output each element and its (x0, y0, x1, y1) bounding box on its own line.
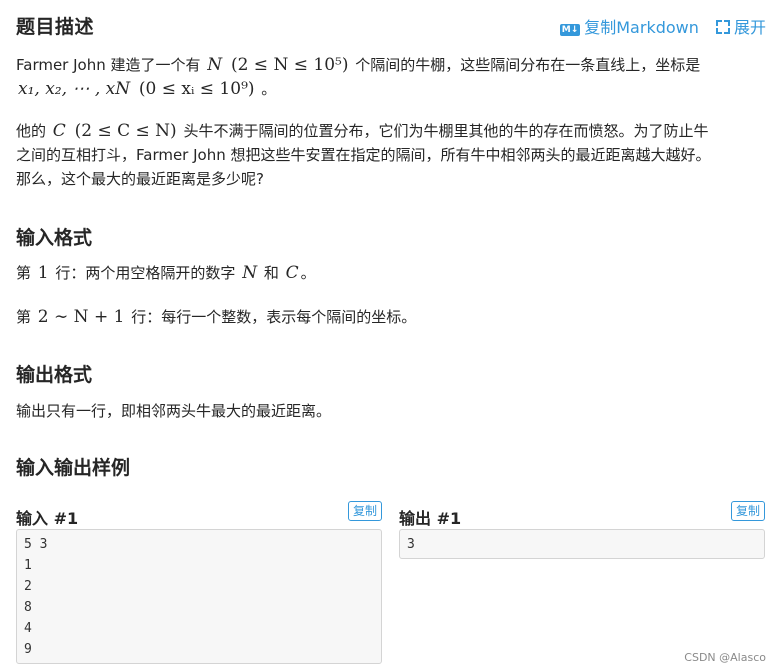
sample-input-label: 输入 #1 (16, 509, 79, 528)
p2-text-a: 他的 (16, 122, 47, 140)
header-actions: M↓ 复制Markdown 展开 (559, 14, 766, 38)
p2-math-range: (2 ≤ C ≤ N) (74, 121, 177, 141)
problem-page: 题目描述 M↓ 复制Markdown 展开 Farmer John 建造了一个有 … (16, 0, 766, 672)
sample-input-column: 输入 #1 复制 5 312849 (16, 499, 382, 664)
copy-markdown-button[interactable]: M↓ 复制Markdown (559, 14, 699, 38)
copy-input-button[interactable]: 复制 (347, 501, 382, 521)
if-line1-c: C (285, 263, 299, 283)
sample-output-label: 输出 #1 (399, 509, 462, 528)
sample-input-box[interactable]: 5 312849 (16, 529, 382, 664)
input-line: 5 3 (24, 537, 48, 552)
p1-math-coords: x₁, x₂, ⋯ , xN (18, 79, 131, 99)
output-format-title: 输出格式 (16, 364, 93, 386)
expand-button[interactable]: 展开 (704, 14, 766, 38)
sample-output-box[interactable]: 3 (399, 529, 765, 559)
p2-text-b: 头牛不满于隔间的位置分布，它们为牛棚里其他的牛的存在而愤怒。为了防止牛 (183, 122, 709, 140)
expand-icon (715, 20, 730, 34)
description-paragraph-1: Farmer John 建造了一个有 N (2 ≤ N ≤ 10⁵) 个隔间的牛… (16, 53, 766, 101)
input-format-line-2: 第 2 ∼ N + 1 行：每行一个整数，表示每个隔间的坐标。 (16, 305, 766, 329)
sample-output-column: 输出 #1 复制 3 (399, 499, 765, 559)
input-format-title: 输入格式 (16, 227, 93, 249)
if-line2-range: 2 ∼ N + 1 (37, 307, 125, 327)
copy-output-button[interactable]: 复制 (730, 501, 765, 521)
if-line2-a: 第 (16, 308, 32, 326)
samples-title: 输入输出样例 (16, 457, 131, 479)
output-line: 3 (407, 537, 415, 552)
input-line: 2 (24, 579, 32, 594)
description-paragraph-2: 他的 C (2 ≤ C ≤ N) 头牛不满于隔间的位置分布，它们为牛棚里其他的牛… (16, 119, 766, 191)
p1-math-coord-range: (0 ≤ xᵢ ≤ 10⁹) (138, 79, 255, 99)
p1-text-a: Farmer John 建造了一个有 (16, 56, 201, 74)
p2-line-3: 那么，这个最大的最近距离是多少呢? (16, 170, 264, 188)
copy-markdown-label: 复制Markdown (584, 18, 699, 37)
expand-label: 展开 (733, 18, 766, 37)
p1-text-b: 个隔间的牛棚，这些隔间分布在一条直线上，坐标是 (355, 56, 701, 74)
p2-math-c: C (52, 121, 66, 141)
input-line: 8 (24, 600, 32, 615)
if-line1-num: 1 (37, 263, 49, 283)
description-title: 题目描述 (16, 16, 95, 38)
problem-header: 题目描述 M↓ 复制Markdown 展开 (16, 10, 766, 42)
if-line1-and: 和 (263, 264, 279, 282)
markdown-icon: M↓ (559, 24, 581, 36)
input-line: 4 (24, 621, 32, 636)
input-line: 1 (24, 558, 32, 573)
sample-output-header: 输出 #1 复制 (399, 499, 765, 529)
input-format-line-1: 第 1 行：两个用空格隔开的数字 N 和 C。 (16, 261, 766, 285)
p2-line-2: 之间的互相打斗，Farmer John 想把这些牛安置在指定的隔间，所有牛中相邻… (16, 146, 711, 164)
p1-text-end: 。 (261, 80, 277, 98)
p1-math-n: N (207, 55, 223, 75)
input-line: 9 (24, 642, 32, 657)
output-format-text: 输出只有一行，即相邻两头牛最大的最近距离。 (16, 402, 332, 420)
watermark: CSDN @Alasco (684, 651, 766, 664)
p1-math-range: (2 ≤ N ≤ 10⁵) (230, 55, 349, 75)
if-line1-end: 。 (300, 264, 316, 282)
if-line1-b: 行：两个用空格隔开的数字 (55, 264, 236, 282)
if-line2-b: 行：每行一个整数，表示每个隔间的坐标。 (131, 308, 417, 326)
sample-input-header: 输入 #1 复制 (16, 499, 382, 529)
if-line1-n: N (242, 263, 258, 283)
if-line1-a: 第 (16, 264, 32, 282)
